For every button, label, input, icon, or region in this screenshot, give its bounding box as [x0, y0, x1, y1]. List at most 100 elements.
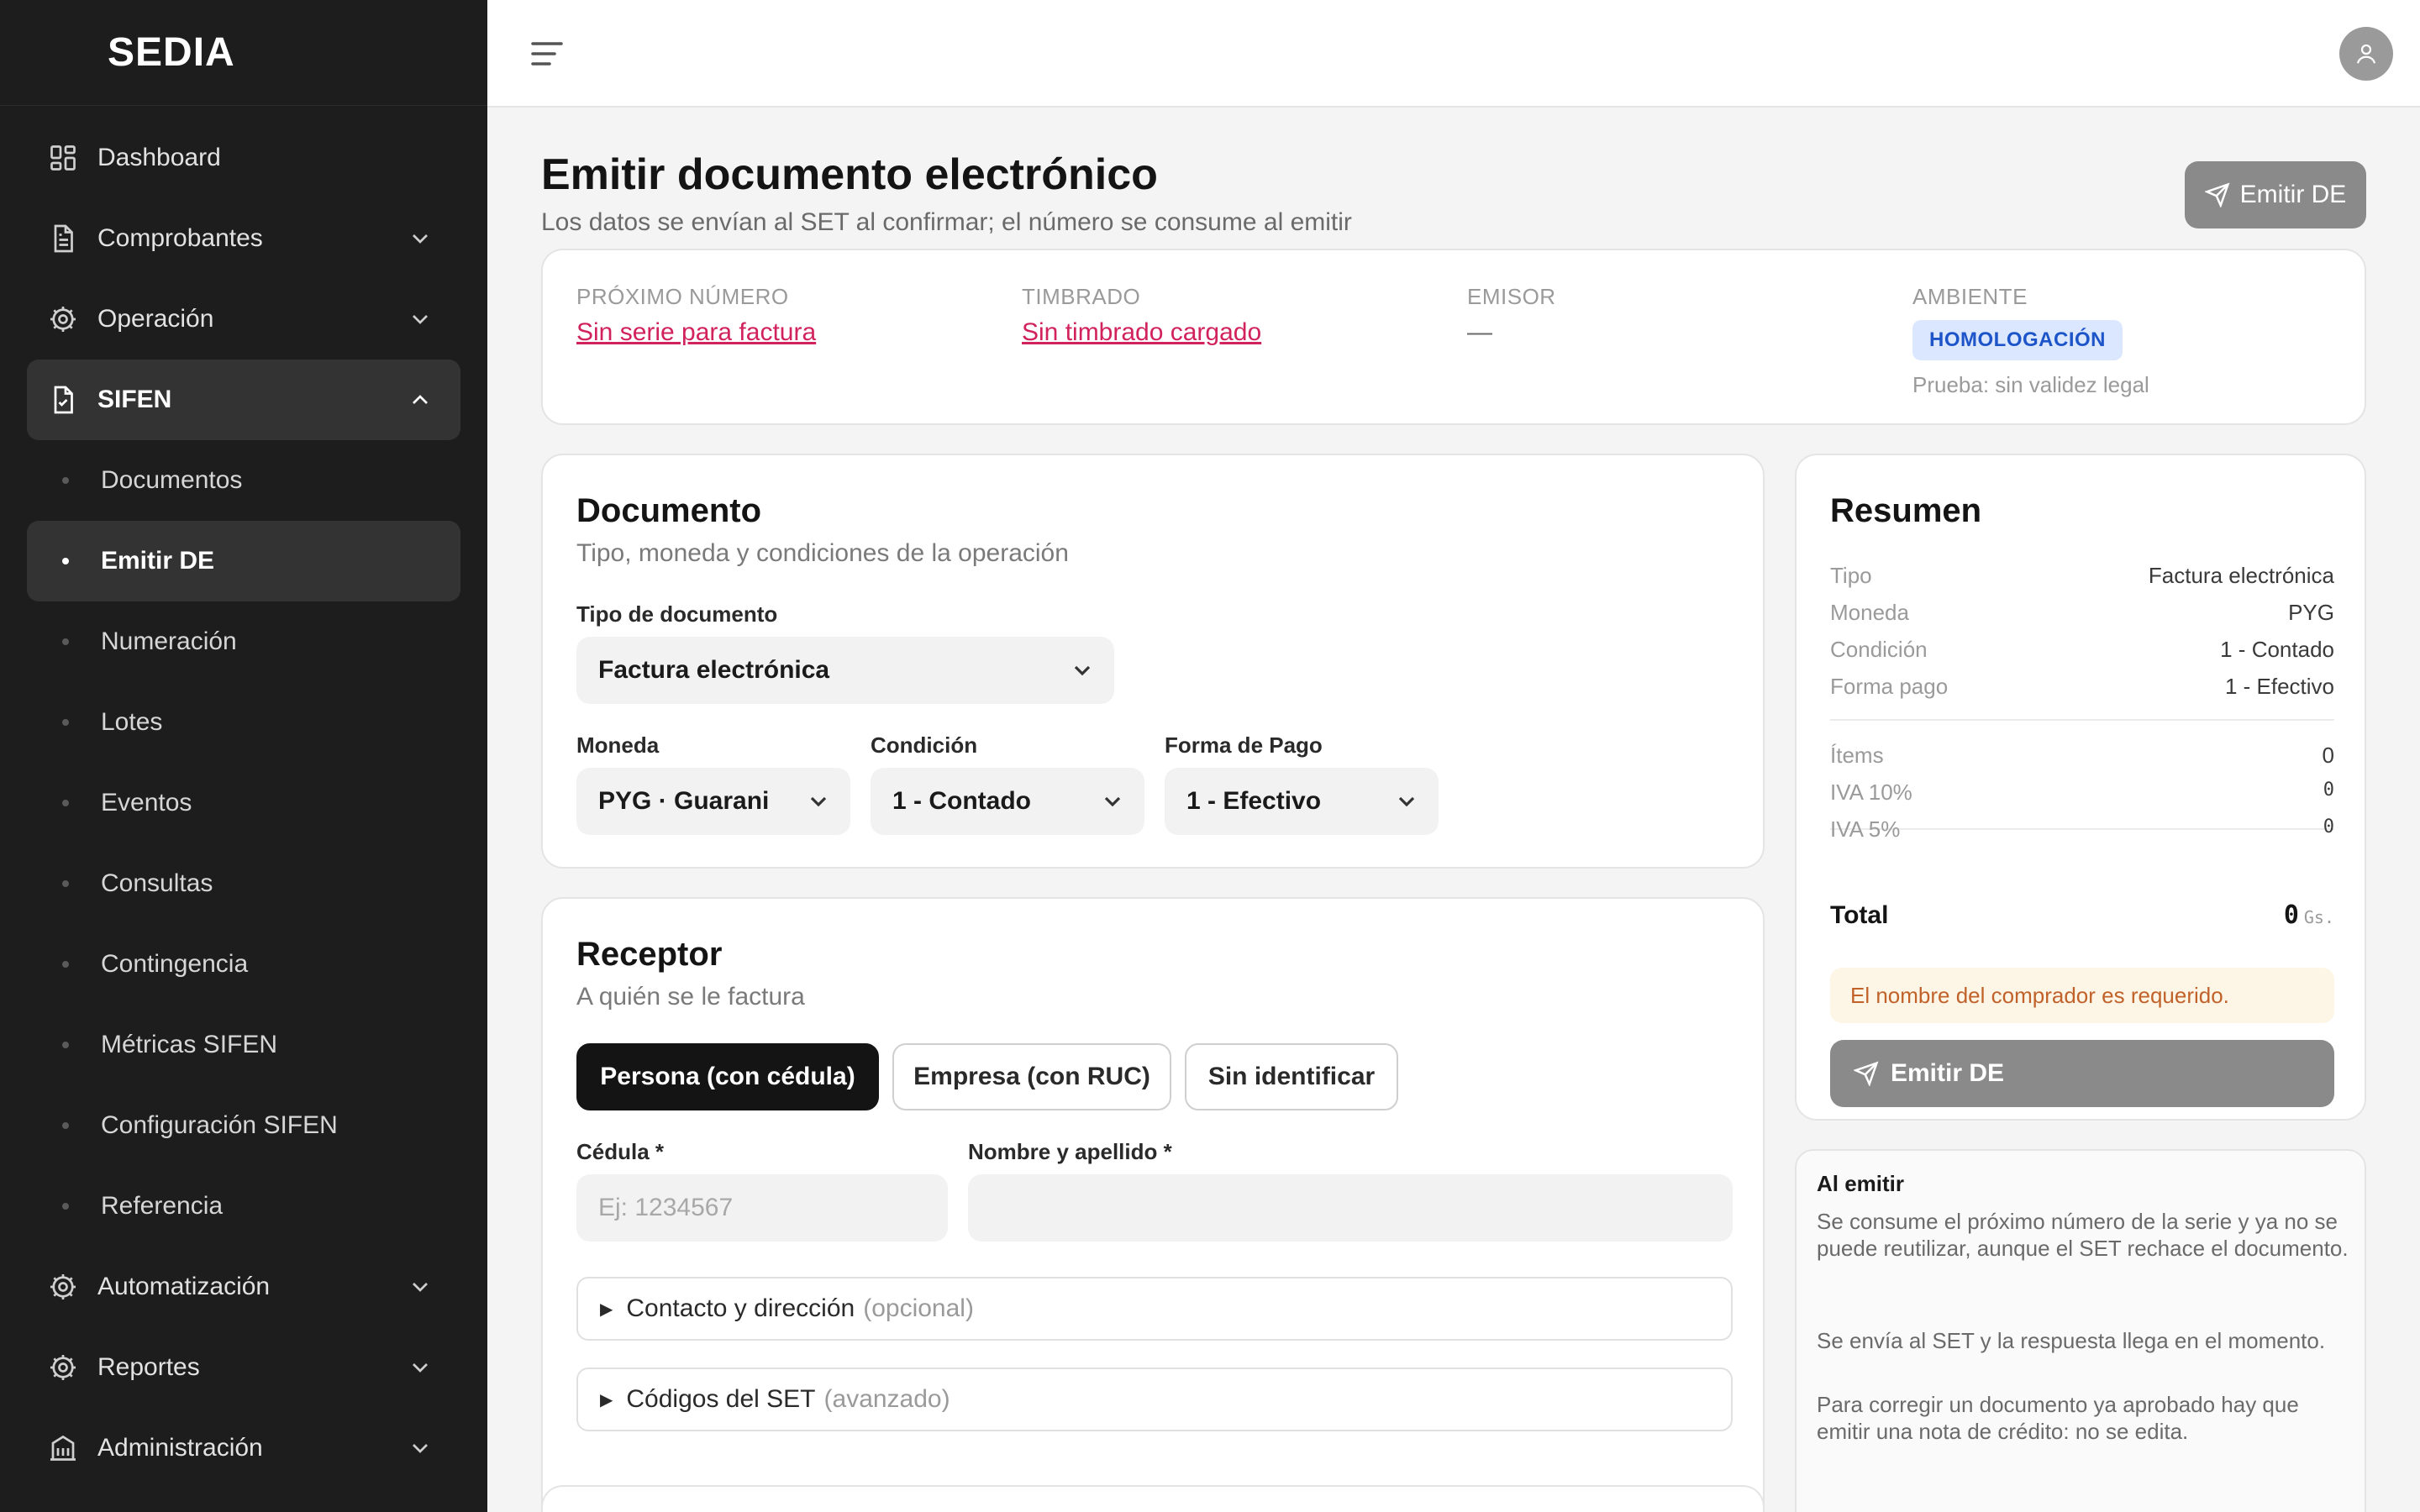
summary-key: Forma pago — [1830, 674, 1949, 699]
sidebar-subitem-metricas-sifen[interactable]: Métricas SIFEN — [27, 1005, 460, 1085]
disclosure-triangle-icon: ▶ — [600, 1299, 613, 1319]
summary-divider — [1830, 719, 2334, 721]
stamp-label: TIMBRADO — [1022, 284, 1141, 309]
contact-summary: Contacto y dirección — [626, 1294, 855, 1322]
document-icon — [47, 223, 79, 255]
sidebar-subitem-label: Consultas — [101, 869, 213, 897]
next-section-card — [541, 1485, 1765, 1512]
contact-details-toggle[interactable]: ▶ Contacto y dirección (opcional) — [576, 1277, 1733, 1341]
document-info-card: PRÓXIMO NÚMERO Sin serie para factura TI… — [541, 249, 2366, 425]
summary-key: IVA 5% — [1830, 816, 1901, 842]
document-type-select[interactable]: Factura electrónica — [576, 637, 1114, 704]
summary-title: Resumen — [1830, 492, 1982, 529]
payment-label: Forma de Pago — [1165, 732, 1323, 758]
condition-select[interactable]: 1 - Contado — [871, 768, 1144, 835]
sidebar-subitem-consultas[interactable]: Consultas — [27, 843, 460, 924]
sidebar-subitem-referencia[interactable]: Referencia — [27, 1166, 460, 1247]
brand-logo[interactable]: SEDIA — [0, 0, 487, 106]
sidebar-subitem-label: Métricas SIFEN — [101, 1031, 278, 1058]
sidebar-subitem-label: Emitir DE — [101, 547, 215, 575]
sidebar-subitem-label: Eventos — [101, 789, 192, 816]
id-label: Cédula * — [576, 1139, 665, 1164]
sidebar-subitem-configuracion-sifen[interactable]: Configuración SIFEN — [27, 1085, 460, 1166]
sidebar-item-label: Operación — [97, 305, 214, 333]
summary-row-condicion: Condición 1 - Contado — [1830, 637, 2334, 663]
segment-sin-identificar[interactable]: Sin identificar — [1185, 1043, 1398, 1110]
building-icon — [47, 1432, 79, 1464]
chevron-down-icon — [413, 1363, 428, 1373]
total-currency: Gs. — [2303, 907, 2334, 927]
emit-help-card: Al emitir Se consume el próximo número d… — [1795, 1149, 2366, 1512]
issuer-block: EMISOR — — [1467, 284, 1556, 347]
summary-value: PYG — [2288, 600, 2334, 625]
summary-value: 0 — [2323, 780, 2334, 801]
sidebar-item-administracion[interactable]: Administración — [27, 1408, 460, 1488]
segment-empresa[interactable]: Empresa (con RUC) — [892, 1043, 1171, 1110]
summary-key: Moneda — [1830, 600, 1909, 625]
sidebar-subitem-label: Numeración — [101, 627, 237, 655]
chevron-down-icon — [413, 1283, 428, 1292]
summary-row-moneda: Moneda PYG — [1830, 600, 2334, 626]
codes-summary: Códigos del SET — [626, 1385, 816, 1413]
next-number-block: PRÓXIMO NÚMERO Sin serie para factura — [576, 284, 816, 347]
next-number-label: PRÓXIMO NÚMERO — [576, 284, 789, 309]
set-codes-toggle[interactable]: ▶ Códigos del SET (avanzado) — [576, 1368, 1733, 1431]
chevron-down-icon — [413, 234, 428, 244]
menu-icon[interactable] — [529, 37, 565, 71]
name-input[interactable] — [968, 1174, 1733, 1242]
summary-key: IVA 10% — [1830, 780, 1912, 805]
help-paragraph: Para corregir un documento ya aprobado h… — [1817, 1392, 2299, 1444]
gear-icon — [47, 1352, 79, 1383]
summary-row-items: Ítems 0 — [1830, 743, 2334, 769]
document-type-label: Tipo de documento — [576, 601, 778, 627]
sidebar-subitem-label: Configuración SIFEN — [101, 1111, 338, 1139]
page-title: Emitir documento electrónico — [541, 150, 1158, 199]
sidebar-subitem-contingencia[interactable]: Contingencia — [27, 924, 460, 1005]
chevron-down-icon — [1104, 796, 1121, 807]
summary-key: Condición — [1830, 637, 1928, 662]
environment-badge: HOMOLOGACIÓN — [1912, 320, 2123, 360]
sidebar-subitem-lotes[interactable]: Lotes — [27, 682, 460, 763]
issuer-label: EMISOR — [1467, 284, 1556, 309]
sidebar-item-sifen[interactable]: SIFEN — [27, 360, 460, 440]
stamp-block: TIMBRADO Sin timbrado cargado — [1022, 284, 1261, 347]
document-check-icon — [47, 384, 79, 416]
id-input[interactable]: Ej: 1234567 — [576, 1174, 948, 1242]
sidebar-item-reportes[interactable]: Reportes — [27, 1327, 460, 1408]
chevron-down-icon — [413, 1444, 428, 1453]
sidebar-subitem-label: Referencia — [101, 1192, 224, 1220]
sidebar-item-automatizacion[interactable]: Automatización — [27, 1247, 460, 1327]
sidebar-item-label: Comprobantes — [97, 224, 263, 252]
sidebar-item-dashboard[interactable]: Dashboard — [27, 118, 460, 198]
sidebar-item-operacion[interactable]: Operación — [27, 279, 460, 360]
sidebar-item-comprobantes[interactable]: Comprobantes — [27, 198, 460, 279]
segment-persona[interactable]: Persona (con cédula) — [576, 1043, 879, 1110]
currency-select[interactable]: PYG · Guarani — [576, 768, 850, 835]
receiver-card-title: Receptor — [576, 936, 723, 973]
sidebar-subitem-emitir-de[interactable]: Emitir DE — [27, 521, 460, 601]
summary-row-tipo: Tipo Factura electrónica — [1830, 563, 2334, 589]
chevron-down-icon — [413, 315, 428, 324]
total-value: 0 — [2283, 900, 2299, 930]
next-number-link[interactable]: Sin serie para factura — [576, 318, 816, 347]
sidebar-subitem-eventos[interactable]: Eventos — [27, 763, 460, 843]
summary-card: Resumen Tipo Factura electrónica Moneda … — [1795, 454, 2366, 1121]
payment-select[interactable]: 1 - Efectivo — [1165, 768, 1439, 835]
chevron-down-icon — [810, 796, 827, 807]
condition-value: 1 - Contado — [892, 787, 1031, 815]
summary-total-row: Total 0 Gs. — [1830, 900, 2334, 930]
document-card-subtitle: Tipo, moneda y condiciones de la operaci… — [576, 539, 1069, 567]
chevron-up-icon — [413, 395, 428, 404]
emit-de-submit-button[interactable]: Emitir DE — [1830, 1040, 2334, 1107]
sidebar-subitem-numeracion[interactable]: Numeración — [27, 601, 460, 682]
emit-de-button[interactable]: Emitir DE — [2185, 161, 2366, 228]
user-avatar[interactable] — [2339, 27, 2393, 81]
payment-value: 1 - Efectivo — [1186, 787, 1322, 815]
main-content: Emitir documento electrónico Los datos s… — [487, 108, 2420, 1512]
send-icon — [1854, 1061, 1879, 1086]
summary-row-forma-pago: Forma pago 1 - Efectivo — [1830, 674, 2334, 700]
sidebar-subitem-documentos[interactable]: Documentos — [27, 440, 460, 521]
gear-icon — [47, 1271, 79, 1303]
stamp-link[interactable]: Sin timbrado cargado — [1022, 318, 1261, 347]
dashboard-grid-icon — [47, 142, 79, 174]
